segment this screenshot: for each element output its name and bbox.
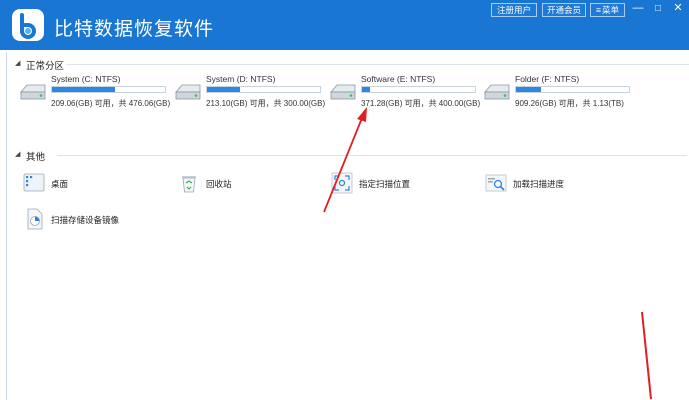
drive-capacity: 371.28(GB) 可用，共 400.00(GB) bbox=[361, 99, 481, 108]
tool-recycle-bin[interactable]: 回收站 bbox=[178, 172, 298, 196]
tool-label: 扫描存储设备镜像 bbox=[51, 215, 120, 225]
drive-capacity: 909.26(GB) 可用，共 1.13(TB) bbox=[515, 99, 624, 108]
desktop-icon bbox=[23, 173, 45, 192]
tool-device-image[interactable]: 扫描存储设备镜像 bbox=[23, 208, 163, 232]
menu-label: 菜单 bbox=[601, 5, 619, 15]
minimize-button[interactable]: — bbox=[628, 2, 648, 16]
section-divider bbox=[67, 64, 689, 65]
menu-icon: ≡ bbox=[596, 5, 601, 15]
menu-button[interactable]: ≡菜单 bbox=[590, 3, 625, 17]
drive-usage-bar bbox=[515, 86, 630, 93]
maximize-button[interactable]: □ bbox=[648, 2, 668, 16]
drive-capacity: 209.06(GB) 可用，共 476.06(GB) bbox=[51, 99, 171, 108]
recycle-bin-icon bbox=[182, 176, 196, 193]
scan-location-icon bbox=[331, 172, 353, 194]
drive-d[interactable]: System (D: NTFS) 213.10(GB) 可用，共 300.00(… bbox=[174, 74, 326, 114]
load-scan-progress-icon bbox=[485, 174, 507, 192]
tool-label: 指定扫描位置 bbox=[359, 179, 411, 189]
close-button[interactable]: ✕ bbox=[668, 2, 688, 16]
app-title: 比特数据恢复软件 bbox=[54, 18, 215, 40]
tool-label: 加载扫描进度 bbox=[513, 179, 565, 189]
title-bar: 比特数据恢复软件 注册用户 开通会员 ≡菜单 — □ ✕ bbox=[0, 0, 689, 50]
tool-load-scan-progress[interactable]: 加载扫描进度 bbox=[485, 172, 615, 196]
main-content: ◢ 正常分区 System (C: NTFS) 209.06(GB) 可用，共 … bbox=[6, 52, 689, 400]
collapse-arrow-icon: ◢ bbox=[15, 60, 21, 67]
drive-usage-fill bbox=[52, 87, 116, 92]
hard-drive-icon bbox=[484, 84, 510, 100]
drive-name: System (D: NTFS) bbox=[206, 74, 276, 84]
tool-scan-location[interactable]: 指定扫描位置 bbox=[331, 172, 461, 196]
device-image-icon bbox=[27, 208, 43, 230]
tool-desktop[interactable]: 桌面 bbox=[23, 172, 143, 196]
tool-label: 回收站 bbox=[206, 179, 232, 189]
register-button[interactable]: 注册用户 bbox=[491, 3, 537, 17]
drive-usage-bar bbox=[206, 86, 321, 93]
drive-name: Folder (F: NTFS) bbox=[515, 74, 580, 84]
drive-usage-bar bbox=[51, 86, 166, 93]
drive-usage-fill bbox=[362, 87, 370, 92]
hard-drive-icon bbox=[330, 84, 356, 100]
vip-button[interactable]: 开通会员 bbox=[542, 3, 586, 17]
drive-f[interactable]: Folder (F: NTFS) 909.26(GB) 可用，共 1.13(TB… bbox=[483, 74, 633, 114]
drive-usage-fill bbox=[207, 87, 240, 92]
app-logo bbox=[12, 9, 44, 41]
drive-capacity: 213.10(GB) 可用，共 300.00(GB) bbox=[206, 99, 326, 108]
drive-name: Software (E: NTFS) bbox=[361, 74, 436, 84]
section-divider bbox=[57, 155, 687, 156]
drive-c[interactable]: System (C: NTFS) 209.06(GB) 可用，共 476.06(… bbox=[19, 74, 171, 114]
collapse-arrow-icon: ◢ bbox=[15, 151, 21, 158]
other-section-title: 其他 bbox=[26, 152, 46, 163]
tool-label: 桌面 bbox=[51, 179, 69, 189]
partitions-section-title: 正常分区 bbox=[26, 61, 65, 72]
drive-usage-bar bbox=[361, 86, 476, 93]
drive-e[interactable]: Software (E: NTFS) 371.28(GB) 可用，共 400.0… bbox=[329, 74, 481, 114]
hard-drive-icon bbox=[175, 84, 201, 100]
drive-usage-fill bbox=[516, 87, 541, 92]
hard-drive-icon bbox=[20, 84, 46, 100]
drive-name: System (C: NTFS) bbox=[51, 74, 121, 84]
